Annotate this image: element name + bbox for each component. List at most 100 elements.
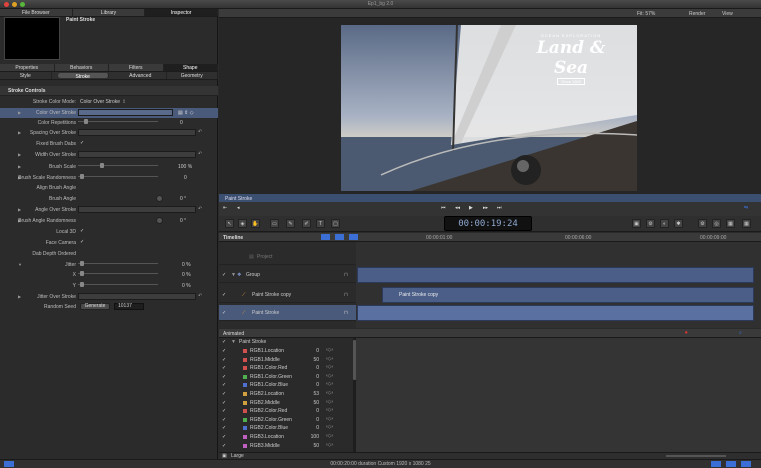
keyframe-list-scrollbar[interactable] [353, 338, 356, 452]
keyframe-nav-icon[interactable]: ‹◇› [326, 399, 333, 405]
fit-zoom-popup[interactable]: Fit: 57% [637, 11, 655, 17]
lock-icon[interactable]: ⊓ [344, 292, 348, 298]
anim-enable-checkbox[interactable]: ✓ [222, 348, 226, 354]
timeline-filter-toggle[interactable] [335, 234, 344, 240]
pen-tool-icon[interactable]: ✎ [286, 219, 295, 228]
anim-param-value[interactable]: 0 [316, 348, 319, 354]
anim-enable-checkbox[interactable]: ✓ [222, 434, 226, 440]
anim-enable-checkbox[interactable]: ✓ [222, 391, 226, 397]
anim-param-value[interactable]: 0 [316, 408, 319, 414]
jitter-y-slider[interactable] [78, 284, 158, 285]
behaviors-icon[interactable]: ⚙ [646, 219, 655, 228]
reset-icon[interactable]: ↶ [198, 293, 202, 299]
zoom-fit-icon[interactable]: ⌕ [739, 330, 742, 336]
text-tool-icon[interactable]: T [316, 219, 325, 228]
disclosure-triangle-icon[interactable]: ▶ [18, 164, 21, 169]
grid-icon[interactable]: ▦ [742, 219, 751, 228]
keyframe-nav-icon[interactable]: ‹◇› [326, 416, 333, 422]
loop-icon[interactable]: ⇤ [223, 205, 227, 211]
keyframe-graph[interactable] [356, 338, 761, 452]
tab-inspector[interactable]: Inspector [145, 9, 219, 16]
keyframe-nav-icon[interactable]: ‹◇› [326, 373, 333, 379]
anim-param-value[interactable]: 100 [311, 434, 319, 440]
keyframe-nav-icon[interactable]: ‹◇› [326, 424, 333, 430]
keyframe-nav-icon[interactable]: ‹◇› [326, 356, 333, 362]
disclosure-triangle-icon[interactable]: ▶ [18, 294, 21, 299]
play-button[interactable]: ▶ [469, 205, 473, 211]
anim-param-value[interactable]: 0 [316, 382, 319, 388]
lock-icon[interactable]: ⊓ [344, 272, 348, 278]
layer-enable-checkbox[interactable]: ✓ [222, 292, 226, 298]
sync-icon[interactable]: ⇆ [744, 205, 748, 211]
random-seed-field[interactable]: 10137 [114, 303, 144, 310]
width-curve[interactable] [78, 151, 196, 158]
anim-param-row[interactable]: ✓ RGB2.Location 53 ‹◇› [219, 390, 353, 399]
anim-param-value[interactable]: 50 [313, 357, 319, 363]
anim-param-row[interactable]: ✓ RGB3.Middle 50 ‹◇› [219, 442, 353, 451]
anim-enable-checkbox[interactable]: ✓ [222, 425, 226, 431]
anim-param-row[interactable]: ✓ RGB2.Color.Blue 0 ‹◇› [219, 424, 353, 433]
timeline-toggle-icon[interactable] [711, 461, 721, 467]
anim-param-row[interactable]: ✓ RGB2.Middle 50 ‹◇› [219, 399, 353, 408]
param-color-over-stroke[interactable]: ▶ Color Over Stroke ▤ ⇕ ◇ [0, 108, 218, 118]
subtab-advanced[interactable]: Advanced [115, 72, 167, 79]
disclosure-triangle-icon[interactable]: ▶ [18, 207, 21, 212]
pan-tool-icon[interactable]: ✋ [251, 219, 260, 228]
anim-enable-checkbox[interactable]: ✓ [222, 382, 226, 388]
brush-scale-randomness-slider[interactable] [78, 176, 158, 177]
record-icon[interactable]: ⏺ [685, 330, 688, 336]
brush-angle-randomness-dial[interactable] [156, 217, 163, 224]
anim-param-row[interactable]: ✓ RGB1.Color.Red 0 ‹◇› [219, 364, 353, 373]
face-camera-checkbox[interactable]: ✓ [80, 239, 84, 245]
anim-param-row[interactable]: ✓ RGB1.Location 0 ‹◇› [219, 347, 353, 356]
filters-icon[interactable]: ◐ [660, 219, 669, 228]
anim-enable-checkbox[interactable]: ✓ [222, 408, 226, 414]
anim-param-value[interactable]: 0 [316, 425, 319, 431]
disclosure-triangle-open-icon[interactable]: ▼ [18, 262, 22, 267]
anim-enable-checkbox[interactable]: ✓ [222, 443, 226, 449]
keyframe-nav-icon[interactable]: ‹◇› [326, 390, 333, 396]
canvas-image[interactable]: OCEAN EXPLORATION Land & Sea Since 1893 [341, 25, 637, 191]
anim-param-row[interactable]: ✓ RGB1.Middle 50 ‹◇› [219, 356, 353, 365]
timeline-view-toggle[interactable] [321, 234, 330, 240]
step-back-icon[interactable]: ◂◂ [455, 205, 460, 211]
anim-enable-checkbox[interactable]: ✓ [222, 400, 226, 406]
render-menu[interactable]: Render [689, 11, 705, 17]
slider-knob[interactable] [84, 119, 88, 124]
mini-timeline[interactable] [219, 194, 761, 202]
keyframe-toggle-icon[interactable] [726, 461, 736, 467]
color-repetitions-slider[interactable] [78, 121, 158, 122]
tab-library[interactable]: Library [73, 9, 146, 16]
disclosure-triangle-icon[interactable]: ▶ [18, 110, 21, 115]
anim-param-value[interactable]: 0 [316, 365, 319, 371]
anim-group-row[interactable]: ✓ ▼ Paint Stroke [219, 338, 353, 347]
anim-param-row[interactable]: ✓ RGB3.Location 100 ‹◇› [219, 433, 353, 442]
angle-curve[interactable] [78, 206, 196, 213]
disclosure-triangle-icon[interactable]: ▶ [18, 152, 21, 157]
replicator-icon[interactable]: ▦ [726, 219, 735, 228]
gradient-editor[interactable] [78, 109, 173, 116]
disclosure-triangle-icon[interactable]: ▶ [18, 130, 21, 135]
step-forward-icon[interactable]: ▸▸ [483, 205, 488, 211]
settings-icon[interactable]: ⚙ [698, 219, 707, 228]
keyframe-nav-icon[interactable]: ‹◇› [326, 364, 333, 370]
paint-stroke-copy-clip[interactable]: Paint Stroke copy [382, 287, 754, 303]
timeline-keyframe-toggle[interactable] [349, 234, 358, 240]
anim-param-row[interactable]: ✓ RGB2.Color.Green 0 ‹◇› [219, 416, 353, 425]
timecode-display[interactable]: 00:00:19:24 [444, 216, 532, 231]
keyframe-nav-icon[interactable]: ‹◇› [326, 442, 333, 448]
timeline-row-group[interactable]: ✓ ▼ ❖ Group ⊓ [219, 267, 356, 283]
anim-param-row[interactable]: ✓ RGB1.Color.Green 0 ‹◇› [219, 373, 353, 382]
gradient-presets-icon[interactable]: ▤ ⇕ ◇ [178, 110, 194, 116]
anim-enable-checkbox[interactable]: ✓ [222, 365, 226, 371]
local-3d-checkbox[interactable]: ✓ [80, 228, 84, 234]
subtab-style[interactable]: Style [0, 72, 52, 79]
spacing-curve[interactable] [78, 129, 196, 136]
reset-icon[interactable]: ↶ [198, 206, 202, 212]
brush-scale-slider[interactable] [78, 165, 158, 166]
slider-knob[interactable] [80, 282, 84, 287]
generators-icon[interactable]: ✱ [674, 219, 683, 228]
tab-filters[interactable]: Filters [109, 64, 164, 71]
reset-icon[interactable]: ↶ [198, 129, 202, 135]
anim-param-value[interactable]: 53 [313, 391, 319, 397]
